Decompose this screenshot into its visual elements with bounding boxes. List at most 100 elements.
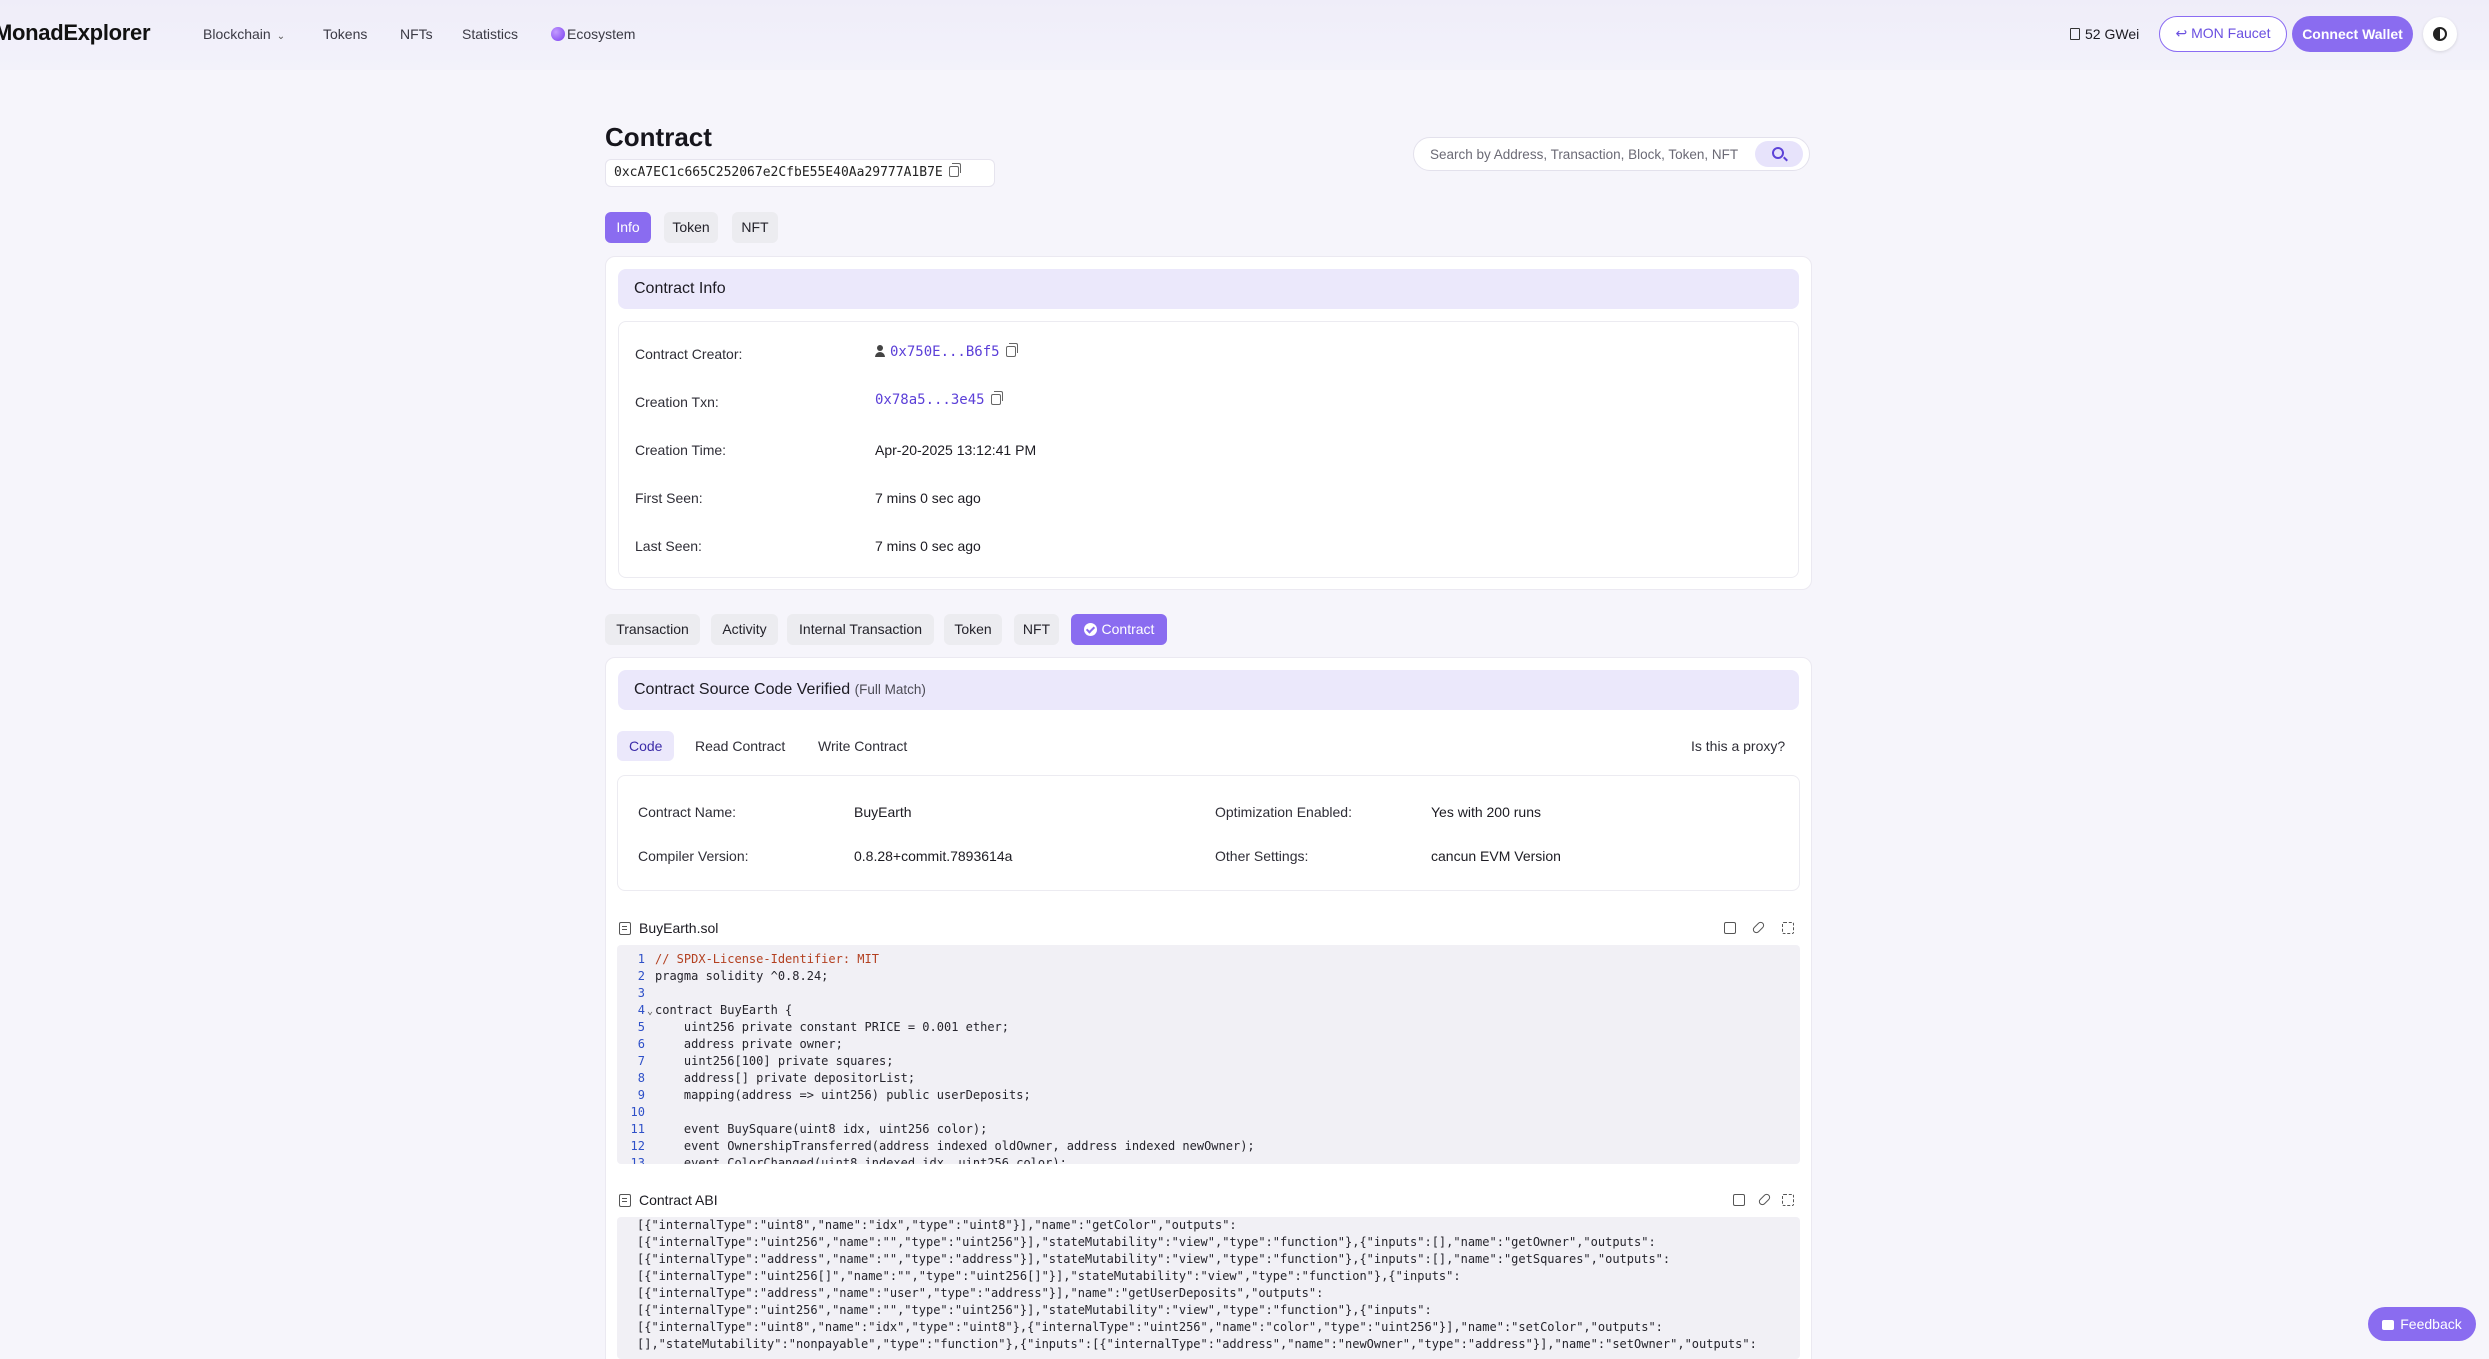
nav-ecosystem[interactable]: Ecosystem — [551, 26, 635, 42]
last-seen-label: Last Seen: — [635, 538, 702, 554]
contrast-icon — [2433, 27, 2447, 41]
user-icon — [875, 345, 885, 357]
address-text: 0xcA7EC1c665C252067e2CfbE55E40Aa29777A1B… — [614, 165, 943, 180]
first-seen-value: 7 mins 0 sec ago — [875, 490, 981, 506]
nav-nfts[interactable]: NFTs — [400, 26, 433, 42]
contract-details: Contract Name: BuyEarth Optimization Ena… — [617, 775, 1800, 891]
copy-icon[interactable] — [1724, 922, 1736, 934]
contract-name-value: BuyEarth — [854, 804, 912, 820]
connect-wallet-button[interactable]: Connect Wallet — [2292, 16, 2413, 52]
subtab-write-contract[interactable]: Write Contract — [806, 731, 919, 761]
search-button[interactable] — [1755, 141, 1803, 167]
creator-value[interactable]: 0x750E...B6f5 — [875, 343, 1018, 360]
contract-address: 0xcA7EC1c665C252067e2CfbE55E40Aa29777A1B… — [605, 159, 995, 187]
file-icon — [619, 1194, 631, 1207]
code-line: 8 address[] private depositorList; — [637, 1071, 916, 1085]
creation-txn-value[interactable]: 0x78a5...3e45 — [875, 391, 1003, 408]
file-icon — [619, 922, 631, 935]
abi-line: [{"internalType":"uint256","name":"","ty… — [637, 1303, 1432, 1317]
tab-contract[interactable]: Contract — [1071, 614, 1167, 645]
nav-blockchain-label: Blockchain — [203, 26, 271, 42]
copy-icon[interactable] — [990, 391, 1003, 405]
code-line: 4 ⌄ contract BuyEarth { — [617, 1002, 793, 1019]
search-input[interactable] — [1430, 138, 1750, 170]
code-line: 10 — [630, 1105, 645, 1119]
match-badge: (Full Match) — [854, 682, 926, 697]
tab-contract-label: Contract — [1101, 621, 1155, 637]
chevron-down-icon: ⌄ — [276, 31, 286, 42]
abi-line: [{"internalType":"uint256[]","name":"","… — [637, 1269, 1461, 1283]
tab-token[interactable]: Token — [664, 212, 718, 243]
nav-blockchain[interactable]: Blockchain ⌄ — [203, 26, 285, 42]
code-line: 3 — [637, 986, 645, 1000]
abi-line: [{"internalType":"address","name":"","ty… — [637, 1252, 1671, 1266]
tab-activity[interactable]: Activity — [711, 614, 778, 645]
creation-txn-label: Creation Txn: — [635, 394, 719, 410]
creation-time-label: Creation Time: — [635, 442, 727, 458]
search-icon — [1772, 147, 1784, 159]
nav-statistics[interactable]: Statistics — [462, 26, 518, 42]
logo[interactable]: MonadExplorer — [0, 20, 151, 46]
faucet-icon: ↩ — [2175, 25, 2192, 41]
tab-transaction[interactable]: Transaction — [605, 614, 700, 645]
ecosystem-icon — [551, 27, 565, 41]
abi-line: [{"internalType":"uint8","name":"idx","t… — [637, 1320, 1663, 1334]
copy-icon[interactable] — [1005, 343, 1018, 357]
tab-token-transfers[interactable]: Token — [944, 614, 1002, 645]
fullscreen-icon[interactable] — [1782, 1194, 1794, 1206]
optimization-value: Yes with 200 runs — [1431, 804, 1541, 820]
copy-icon[interactable] — [948, 163, 961, 177]
subtab-code[interactable]: Code — [617, 731, 675, 761]
source-code-editor[interactable]: 1 // SPDX-License-Identifier: MIT 2 prag… — [617, 945, 1800, 1164]
tab-info[interactable]: Info — [605, 212, 651, 243]
top-nav: MonadExplorer Blockchain ⌄ Tokens NFTs St… — [0, 0, 2489, 70]
nav-tokens[interactable]: Tokens — [323, 26, 367, 42]
source-file-header: BuyEarth.sol — [619, 920, 718, 936]
code-line: 11 event BuySquare(uint8 idx, uint256 co… — [630, 1122, 988, 1136]
optimization-label: Optimization Enabled: — [1215, 804, 1352, 820]
tab-internal-transaction[interactable]: Internal Transaction — [787, 614, 934, 645]
abi-line: [],"stateMutability":"nonpayable","type"… — [637, 1337, 1757, 1351]
feedback-label: Feedback — [2400, 1316, 2462, 1332]
abi-line: [{"internalType":"address","name":"user"… — [637, 1286, 1324, 1300]
tab-nft[interactable]: NFT — [732, 212, 778, 243]
code-line: 1 // SPDX-License-Identifier: MIT — [637, 952, 879, 966]
code-line: 12 event OwnershipTransferred(address in… — [630, 1139, 1255, 1153]
code-line: 9 mapping(address => uint256) public use… — [637, 1088, 1031, 1102]
code-line: 5 uint256 private constant PRICE = 0.001… — [637, 1020, 1010, 1034]
contract-info-card: Contract Info Contract Creator: 0x750E..… — [605, 256, 1812, 590]
copy-icon[interactable] — [1733, 1194, 1745, 1206]
other-settings-value: cancun EVM Version — [1431, 848, 1561, 864]
chat-icon — [2382, 1320, 2395, 1330]
abi-line: [{"internalType":"uint256","name":"","ty… — [637, 1235, 1656, 1249]
feedback-button[interactable]: Feedback — [2368, 1307, 2476, 1341]
fullscreen-icon[interactable] — [1782, 922, 1794, 934]
creator-label: Contract Creator: — [635, 346, 743, 362]
first-seen-label: First Seen: — [635, 490, 703, 506]
tab-nft-transfers[interactable]: NFT — [1014, 614, 1059, 645]
page-title: Contract — [605, 122, 712, 152]
subtab-read-contract[interactable]: Read Contract — [683, 731, 797, 761]
verified-title: Contract Source Code Verified (Full Matc… — [618, 670, 1799, 710]
contract-name-label: Contract Name: — [638, 804, 737, 820]
code-line: 2 pragma solidity ^0.8.24; — [637, 969, 829, 983]
contract-info-table: Contract Creator: 0x750E...B6f5 Creation… — [618, 321, 1799, 578]
abi-viewer[interactable]: [{"internalType":"uint8","name":"idx","t… — [617, 1217, 1800, 1359]
theme-toggle-button[interactable] — [2423, 17, 2457, 51]
last-seen-value: 7 mins 0 sec ago — [875, 538, 981, 554]
code-line: 6 address private owner; — [637, 1037, 843, 1051]
creation-time-value: Apr-20-2025 13:12:41 PM — [875, 442, 1037, 458]
abi-header: Contract ABI — [619, 1192, 718, 1208]
source-filename: BuyEarth.sol — [639, 920, 719, 936]
code-line: 13 event ColorChanged(uint8 indexed idx,… — [630, 1156, 1067, 1164]
proxy-link[interactable]: Is this a proxy? — [1679, 731, 1797, 761]
creator-address: 0x750E...B6f5 — [890, 344, 1000, 360]
search-bar — [1413, 137, 1810, 171]
faucet-button[interactable]: ↩ MON Faucet — [2159, 16, 2287, 52]
faucet-label: MON Faucet — [2191, 25, 2271, 41]
contract-info-title: Contract Info — [618, 269, 1799, 309]
compiler-label: Compiler Version: — [638, 848, 749, 864]
gas-price: 52 GWei — [2070, 26, 2139, 42]
fold-chevron-icon: ⌄ — [646, 1006, 654, 1017]
nav-ecosystem-label: Ecosystem — [567, 26, 636, 42]
